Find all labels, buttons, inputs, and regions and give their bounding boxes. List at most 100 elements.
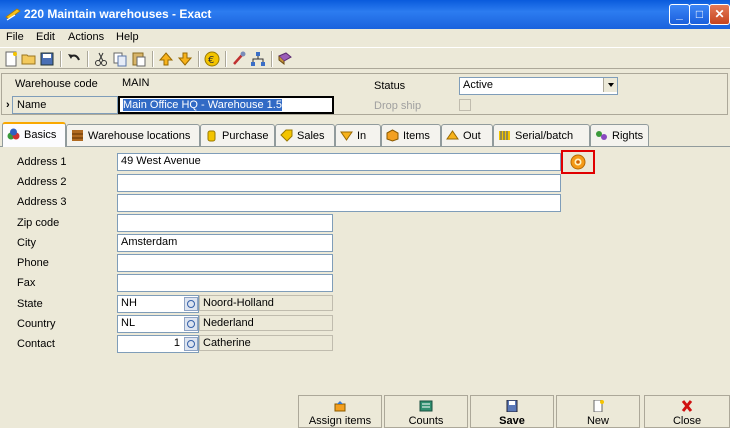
tab-in[interactable]: In — [335, 124, 381, 146]
state-name: Noord-Holland — [199, 295, 333, 311]
status-select[interactable]: Active — [459, 77, 618, 95]
down-icon[interactable] — [177, 51, 193, 67]
tab-label: Rights — [612, 130, 644, 142]
country-lookup-icon[interactable] — [184, 317, 198, 331]
tab-label: Out — [463, 130, 481, 142]
close-label: Close — [672, 415, 702, 427]
tools-icon[interactable] — [231, 51, 247, 67]
window-title: 220 Maintain warehouses - Exact — [24, 7, 212, 21]
assign-items-button[interactable]: Assign items — [298, 395, 382, 428]
country-name: Nederland — [199, 315, 333, 331]
rights-icon — [596, 131, 607, 140]
state-label: State — [17, 298, 43, 310]
tab-sales[interactable]: Sales — [275, 124, 335, 146]
name-input-value: Main Office HQ - Warehouse 1.5 — [123, 99, 282, 111]
address3-label: Address 3 — [17, 196, 67, 208]
toolbar-separator — [87, 51, 89, 67]
new-icon — [593, 400, 604, 412]
copy-icon[interactable] — [112, 51, 128, 67]
zip-code-label: Zip code — [17, 217, 60, 229]
status-select-value: Active — [463, 79, 493, 91]
out-icon — [446, 130, 459, 140]
phone-input[interactable] — [117, 254, 333, 272]
cut-icon[interactable] — [93, 51, 109, 67]
open-icon[interactable] — [21, 51, 37, 67]
euro-icon[interactable]: € — [204, 51, 220, 67]
name-input[interactable]: Main Office HQ - Warehouse 1.5 — [118, 96, 334, 114]
address3-input[interactable] — [117, 194, 561, 212]
tab-basics[interactable]: Basics — [2, 122, 66, 147]
toolbar-separator — [271, 51, 273, 67]
current-row-marker: › — [6, 99, 10, 111]
city-input[interactable]: Amsterdam — [117, 234, 333, 252]
up-icon[interactable] — [158, 51, 174, 67]
fax-input[interactable] — [117, 274, 333, 292]
menu-actions[interactable]: Actions — [68, 31, 104, 43]
maximize-button[interactable]: □ — [689, 4, 710, 25]
tab-items[interactable]: Items — [381, 124, 441, 146]
state-lookup-icon[interactable] — [184, 297, 198, 311]
undo-icon[interactable] — [66, 51, 82, 67]
map-button[interactable] — [561, 150, 595, 174]
new-label: New — [586, 415, 609, 427]
tab-out[interactable]: Out — [441, 124, 493, 146]
purchase-icon — [207, 130, 216, 142]
shelves-icon — [72, 130, 83, 141]
toolbar-separator — [225, 51, 227, 67]
address2-input[interactable] — [117, 174, 561, 192]
chevron-down-icon[interactable] — [603, 78, 617, 92]
name-label-box: Name — [12, 96, 118, 114]
tab-label: Serial/batch — [515, 130, 574, 142]
tab-warehouse-locations[interactable]: Warehouse locations — [66, 124, 200, 146]
in-icon — [340, 131, 353, 141]
new-icon[interactable] — [3, 51, 19, 67]
tab-label: In — [357, 130, 367, 142]
menu-bar: File Edit Actions Help — [0, 29, 730, 46]
status-label: Status — [374, 80, 406, 92]
basics-panel: Address 1 49 West Avenue Address 2 Addre… — [0, 146, 730, 392]
basics-icon — [7, 128, 20, 140]
contact-label: Contact — [17, 338, 55, 350]
tab-rights[interactable]: Rights — [590, 124, 649, 146]
tab-label: Items — [403, 130, 430, 142]
tab-label: Purchase — [222, 130, 269, 142]
address1-input[interactable]: 49 West Avenue — [117, 153, 561, 171]
tab-label: Sales — [297, 130, 325, 142]
close-icon — [681, 400, 693, 412]
save-label: Save — [499, 415, 525, 427]
menu-file[interactable]: File — [6, 31, 24, 43]
tab-label: Warehouse locations — [88, 130, 191, 142]
menu-edit[interactable]: Edit — [36, 31, 55, 43]
name-label: Name — [17, 99, 47, 111]
country-label: Country — [17, 318, 56, 330]
toolbar-separator — [152, 51, 154, 67]
menu-help[interactable]: Help — [116, 31, 139, 43]
assign-items-icon — [334, 401, 346, 412]
tab-serial-batch[interactable]: Serial/batch — [493, 124, 590, 146]
book-icon[interactable] — [277, 51, 293, 67]
warehouse-code-field: MAIN — [122, 77, 150, 89]
counts-button[interactable]: Counts — [384, 395, 468, 428]
network-icon[interactable] — [250, 51, 266, 67]
zip-code-input[interactable] — [117, 214, 333, 232]
save-icon[interactable] — [39, 51, 55, 67]
footer-bar: Assign items Counts Save New Close — [0, 395, 730, 428]
minimize-button[interactable]: _ — [669, 4, 690, 25]
tab-strip: Basics Warehouse locations Purchase Sale… — [0, 122, 730, 147]
paste-icon[interactable] — [131, 51, 147, 67]
warehouse-code-label: Warehouse code — [15, 78, 98, 90]
counts-icon — [419, 400, 433, 412]
contact-lookup-icon[interactable] — [184, 337, 198, 351]
save-button[interactable]: Save — [470, 395, 554, 428]
toolbar-separator — [198, 51, 200, 67]
svg-text:€: € — [208, 55, 214, 66]
tab-label: Basics — [24, 129, 57, 141]
address2-label: Address 2 — [17, 176, 67, 188]
close-button[interactable]: Close — [644, 395, 730, 428]
drop-ship-label: Drop ship — [374, 100, 422, 112]
exact-app-icon — [5, 8, 21, 21]
close-window-button[interactable]: ✕ — [709, 4, 730, 25]
tab-purchase[interactable]: Purchase — [200, 124, 275, 146]
new-button[interactable]: New — [556, 395, 640, 428]
drop-ship-checkbox[interactable] — [459, 99, 471, 111]
